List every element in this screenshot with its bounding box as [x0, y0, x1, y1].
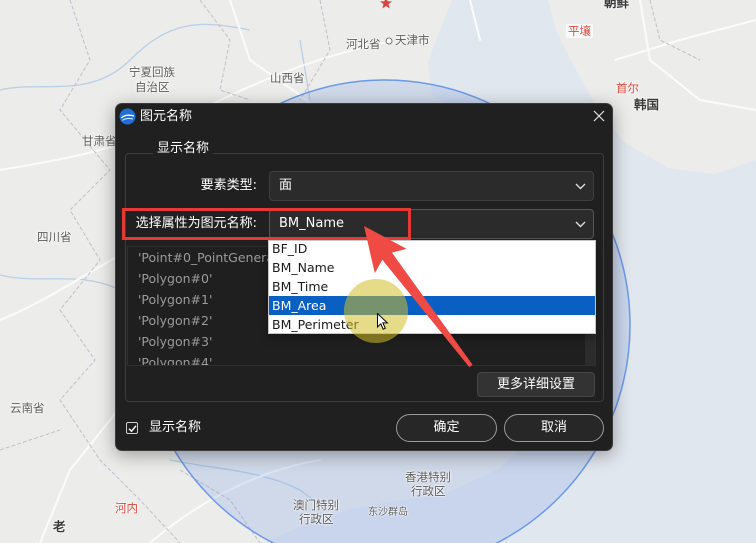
map-label-north-korea: 朝鲜 — [604, 0, 630, 10]
map-label-ningxia-line2: 自治区 — [135, 80, 170, 94]
cursor-halo — [344, 279, 408, 343]
map-label-hongkong-line1: 香港特别 — [405, 470, 451, 484]
app-logo-icon — [119, 108, 136, 125]
dropdown-option[interactable]: BF_ID — [269, 241, 595, 258]
more-settings-button[interactable]: 更多详细设置 — [477, 372, 595, 397]
map-label-hebei: 河北省 — [346, 37, 381, 51]
annotation-highlight-box — [122, 208, 411, 240]
show-name-checkbox[interactable] — [126, 422, 138, 434]
checkmark-icon — [128, 425, 137, 433]
attribute-dropdown-list[interactable]: BF_ID BM_Name BM_Time BM_Area BM_Perimet… — [268, 240, 596, 334]
feature-type-select[interactable]: 面 — [269, 171, 594, 201]
map-label-pyongyang: 平壤 — [566, 24, 593, 38]
map-label-shanxi: 山西省 — [270, 71, 305, 85]
map-label-hongkong-line2: 行政区 — [411, 484, 446, 498]
feature-type-value: 面 — [279, 178, 293, 193]
map-label-seoul: 首尔 — [616, 81, 639, 95]
cancel-button[interactable]: 取消 — [504, 414, 604, 442]
feature-type-label: 要素类型: — [200, 178, 257, 193]
show-name-label[interactable]: 显示名称 — [149, 419, 201, 437]
map-label-macau-line2: 行政区 — [299, 512, 334, 526]
group-title: 显示名称 — [153, 141, 214, 157]
map-label-tianjin: 天津市 — [395, 33, 430, 47]
map-label-south-korea: 韩国 — [634, 97, 660, 112]
dialog-title-bar[interactable]: 图元名称 — [116, 104, 612, 130]
dropdown-option[interactable]: BM_Name — [269, 258, 595, 277]
city-dot-icon — [385, 37, 393, 45]
mouse-pointer-icon — [377, 313, 389, 330]
map-label-hanoi: 河内 — [115, 501, 138, 515]
red-star-icon — [380, 0, 392, 9]
dropdown-option[interactable]: BM_Area — [269, 296, 595, 315]
map-label-macau-line1: 澳门特别 — [293, 498, 339, 512]
map-label-sichuan: 四川省 — [37, 230, 72, 244]
dialog-title: 图元名称 — [140, 109, 193, 124]
dropdown-option[interactable]: BM_Time — [269, 277, 595, 296]
close-icon — [593, 110, 605, 122]
ok-button[interactable]: 确定 — [396, 414, 497, 442]
chevron-down-icon — [575, 221, 586, 228]
map-label-ningxia-line1: 宁夏回族 — [129, 65, 175, 79]
chevron-down-icon — [575, 183, 586, 190]
map-label-dongsha: 东沙群岛 — [368, 507, 408, 518]
list-item[interactable]: 'Polygon#4' — [128, 352, 585, 365]
feature-name-dialog: 图元名称 显示名称 要素类型: 面 选择属性为图元名称: BM_Name 'Po… — [115, 103, 613, 451]
close-button[interactable] — [587, 104, 611, 128]
map-label-laos: 老 — [53, 519, 66, 534]
dropdown-option[interactable]: BM_Perimeter — [269, 315, 595, 333]
map-label-yunnan: 云南省 — [10, 401, 45, 415]
map-label-gansu: 甘肃省 — [82, 134, 117, 148]
